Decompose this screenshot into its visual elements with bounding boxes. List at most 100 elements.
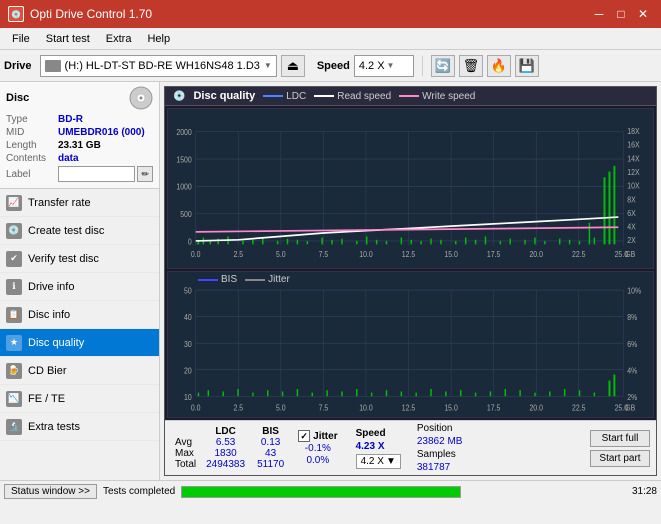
svg-text:17.5: 17.5: [487, 249, 500, 259]
speed-result-value: 4.23 X: [356, 441, 401, 452]
disc-type-value: BD-R: [58, 114, 83, 125]
toolbar: Drive (H:) HL-DT-ST BD-RE WH16NS48 1.D3 …: [0, 50, 661, 82]
legend-jitter: Jitter: [245, 274, 290, 285]
sidebar-item-disc-info[interactable]: 📋 Disc info: [0, 301, 159, 329]
svg-text:7.5: 7.5: [319, 249, 329, 259]
eject-button[interactable]: ⏏: [281, 55, 305, 77]
save-button[interactable]: 💾: [515, 55, 539, 77]
position-value: 23862 MB: [417, 436, 463, 447]
max-ldc: 1830: [200, 448, 251, 459]
close-button[interactable]: ✕: [633, 5, 653, 23]
status-time: 31:28: [632, 486, 657, 497]
disc-length-label: Length: [6, 140, 58, 151]
svg-text:500: 500: [180, 210, 192, 220]
chart-title: Disc quality: [193, 90, 255, 102]
burn-button[interactable]: 🔥: [487, 55, 511, 77]
disc-type-row: Type BD-R: [6, 114, 153, 125]
minimize-button[interactable]: ─: [589, 5, 609, 23]
menu-file[interactable]: File: [4, 31, 38, 47]
speed-label: Speed: [317, 60, 350, 72]
svg-text:12.5: 12.5: [402, 403, 415, 413]
fe-te-icon: 📉: [6, 391, 22, 407]
top-chart-canvas: 2000 1500 1000 500 0 0.0 2.5 5.0 7.5 10.…: [168, 109, 653, 268]
drive-selector[interactable]: (H:) HL-DT-ST BD-RE WH16NS48 1.D3 ▼: [40, 55, 277, 77]
position-column: Position 23862 MB Samples 381787: [417, 423, 463, 473]
bottom-chart: BIS Jitter: [167, 271, 654, 418]
disc-panel-header: Disc: [6, 86, 153, 110]
legend-write-speed-label: Write speed: [422, 91, 475, 102]
sidebar-item-cd-bier[interactable]: 🍺 CD Bier: [0, 357, 159, 385]
disc-info-icon: 📋: [6, 307, 22, 323]
svg-text:22.5: 22.5: [572, 249, 585, 259]
refresh-button[interactable]: 🔄: [431, 55, 455, 77]
sidebar-label-cd-bier: CD Bier: [28, 365, 67, 377]
total-ldc: 2494383: [200, 459, 251, 470]
row-total-label: Total: [171, 459, 200, 470]
drive-info-icon: ℹ: [6, 279, 22, 295]
create-test-disc-icon: 💿: [6, 223, 22, 239]
stats-area: LDC BIS Avg 6.53 0.13 Max 1830 43 Tota: [165, 420, 656, 475]
drive-dropdown-arrow: ▼: [264, 61, 272, 70]
disc-label-edit-button[interactable]: ✏: [137, 166, 153, 182]
legend-jitter-color: [245, 279, 265, 281]
disc-panel-icon: [129, 86, 153, 110]
status-window-button[interactable]: Status window >>: [4, 484, 97, 499]
svg-text:17.5: 17.5: [487, 403, 500, 413]
svg-text:2.5: 2.5: [233, 403, 243, 413]
drive-icon: [45, 60, 61, 72]
svg-text:20.0: 20.0: [529, 249, 542, 259]
svg-text:15.0: 15.0: [444, 403, 457, 413]
svg-text:10.0: 10.0: [359, 403, 372, 413]
start-part-button[interactable]: Start part: [590, 450, 650, 467]
sidebar-item-verify-test-disc[interactable]: ✔ Verify test disc: [0, 245, 159, 273]
svg-text:10%: 10%: [627, 286, 641, 296]
svg-text:4%: 4%: [627, 366, 637, 376]
speed-col-header: Speed: [356, 428, 401, 439]
svg-text:10.0: 10.0: [359, 249, 372, 259]
svg-text:10X: 10X: [627, 181, 639, 191]
sidebar-item-drive-info[interactable]: ℹ Drive info: [0, 273, 159, 301]
statusbar: Status window >> Tests completed 31:28: [0, 480, 661, 502]
sidebar-nav: 📈 Transfer rate 💿 Create test disc ✔ Ver…: [0, 189, 159, 480]
svg-text:2%: 2%: [627, 392, 637, 402]
jitter-header: ✓ Jitter: [298, 430, 337, 442]
speed-select-arrow: ▼: [386, 456, 396, 467]
app-title: Opti Drive Control 1.70: [30, 7, 152, 21]
legend-write-speed: Write speed: [399, 91, 475, 102]
col-header-bis: BIS: [251, 426, 290, 437]
sidebar-label-disc-info: Disc info: [28, 309, 70, 321]
disc-panel-title: Disc: [6, 92, 29, 104]
sidebar-item-extra-tests[interactable]: 🔬 Extra tests: [0, 413, 159, 441]
svg-text:7.5: 7.5: [319, 403, 329, 413]
disc-quality-icon: ★: [6, 335, 22, 351]
start-full-button[interactable]: Start full: [590, 430, 650, 447]
maximize-button[interactable]: □: [611, 5, 631, 23]
svg-text:2000: 2000: [176, 128, 191, 138]
disc-contents-row: Contents data: [6, 153, 153, 164]
sidebar-item-fe-te[interactable]: 📉 FE / TE: [0, 385, 159, 413]
total-bis: 51170: [251, 459, 290, 470]
main-layout: Disc Type BD-R MID UMEBDR016 (000) Leng: [0, 82, 661, 480]
svg-text:12.5: 12.5: [402, 249, 415, 259]
sidebar-item-disc-quality[interactable]: ★ Disc quality: [0, 329, 159, 357]
legend-write-speed-color: [399, 95, 419, 97]
sidebar-item-create-test-disc[interactable]: 💿 Create test disc: [0, 217, 159, 245]
legend-ldc-label: LDC: [286, 91, 306, 102]
progress-bar: [181, 486, 461, 498]
disc-length-row: Length 23.31 GB: [6, 140, 153, 151]
start-buttons: Start full Start part: [590, 430, 650, 467]
speed-result-select[interactable]: 4.2 X ▼: [356, 454, 401, 469]
extra-tests-icon: 🔬: [6, 419, 22, 435]
disc-label-input[interactable]: [58, 166, 135, 182]
header-icon: 💿: [173, 91, 185, 102]
sidebar-item-transfer-rate[interactable]: 📈 Transfer rate: [0, 189, 159, 217]
speed-selector[interactable]: 4.2 X ▼: [354, 55, 414, 77]
menu-extra[interactable]: Extra: [98, 31, 140, 47]
jitter-checkbox[interactable]: ✓: [298, 430, 310, 442]
speed-dropdown-arrow: ▼: [387, 61, 395, 70]
chart-panel: 💿 Disc quality LDC Read speed Write spee…: [164, 86, 657, 476]
menu-start-test[interactable]: Start test: [38, 31, 98, 47]
erase-button[interactable]: 🗑: [459, 55, 483, 77]
sidebar-label-fe-te: FE / TE: [28, 393, 65, 405]
menu-help[interactable]: Help: [139, 31, 178, 47]
